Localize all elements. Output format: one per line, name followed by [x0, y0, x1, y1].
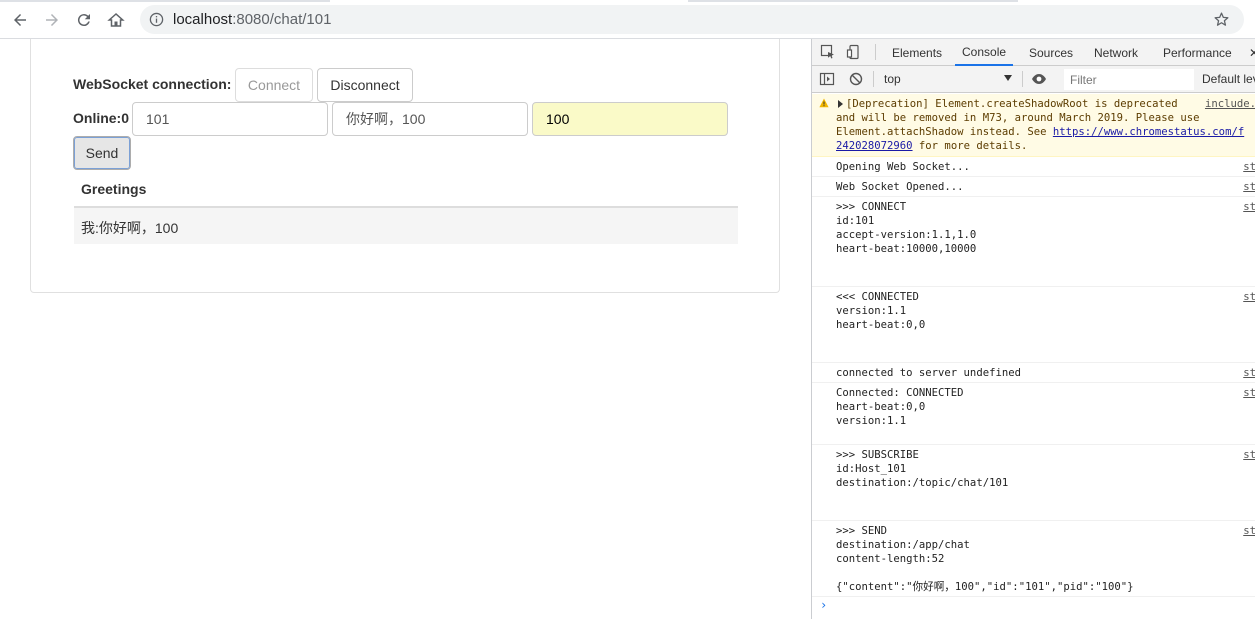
warning-tail: for more details.: [912, 140, 1028, 152]
back-icon[interactable]: [8, 8, 32, 32]
separator: [1022, 71, 1023, 87]
message-text: connected to server undefined: [836, 367, 1021, 379]
console-message: <<< CONNECTED version:1.1 heart-beat:0,0…: [812, 287, 1255, 363]
address-bar[interactable]: localhost:8080/chat/101: [140, 5, 1244, 34]
send-button[interactable]: Send: [73, 136, 131, 170]
expand-arrow-icon[interactable]: [838, 100, 843, 108]
greeting-text: 我:你好啊，100: [81, 220, 179, 236]
console-toolbar: top Filter Default lev: [812, 66, 1255, 93]
message-source-link[interactable]: st: [1243, 448, 1255, 462]
filter-input[interactable]: Filter: [1064, 69, 1194, 90]
content-input[interactable]: 你好啊，100: [332, 102, 528, 136]
connect-button[interactable]: Connect: [235, 68, 313, 102]
console-message: connected to server undefined st: [812, 363, 1255, 383]
context-selector[interactable]: top: [884, 72, 901, 86]
console-message: Opening Web Socket... st: [812, 157, 1255, 177]
devtools-tab-bar: Elements Console Sources Network Perform…: [812, 39, 1255, 66]
warning-link[interactable]: https://www.chromestatus.com/f: [1053, 126, 1244, 138]
reload-icon[interactable]: [72, 8, 96, 32]
warning-line3: Element.attachShadow instead. See https:…: [836, 125, 1244, 139]
greetings-header: Greetings: [81, 181, 147, 197]
pid-input[interactable]: 100: [532, 102, 728, 136]
tab-console[interactable]: Console: [955, 39, 1014, 66]
chat-panel: WebSocket connection: Connect Disconnect…: [30, 39, 780, 293]
message-text: >>> SUBSCRIBE id:Host_101 destination:/t…: [836, 449, 1009, 489]
message-text: Opening Web Socket...: [836, 161, 970, 173]
bookmark-star-icon[interactable]: [1213, 11, 1230, 28]
table-row: 我:你好啊，100: [74, 208, 738, 244]
message-text: >>> CONNECT id:101 accept-version:1.1,1.…: [836, 201, 977, 255]
tab-elements[interactable]: Elements: [892, 39, 942, 66]
separator: [875, 44, 876, 60]
id-input[interactable]: 101: [132, 102, 328, 136]
home-icon[interactable]: [104, 8, 128, 32]
log-levels-dropdown[interactable]: Default lev: [1202, 72, 1255, 86]
message-source-link[interactable]: st: [1243, 524, 1255, 538]
warning-line2: and will be removed in M73, around March…: [836, 112, 1200, 124]
console-output: [Deprecation] Element.createShadowRoot i…: [812, 94, 1255, 619]
greetings-table-header: Greetings: [74, 179, 738, 208]
message-text: >>> SEND destination:/app/chat content-l…: [836, 525, 1134, 593]
console-message: >>> SUBSCRIBE id:Host_101 destination:/t…: [812, 445, 1255, 521]
message-source-link[interactable]: st: [1243, 290, 1255, 304]
tab-sources[interactable]: Sources: [1029, 39, 1073, 66]
console-message: >>> CONNECT id:101 accept-version:1.1,1.…: [812, 197, 1255, 287]
info-icon[interactable]: [149, 12, 164, 27]
online-count-label: Online:0: [73, 110, 130, 126]
url-host: localhost: [173, 11, 233, 28]
ws-connection-label: WebSocket connection:: [73, 76, 232, 92]
tab-performance[interactable]: Performance: [1163, 39, 1232, 66]
warning-line4: 242028072960 for more details.: [836, 139, 1027, 153]
message-source-link[interactable]: st: [1243, 386, 1255, 400]
separator: [873, 71, 874, 87]
device-toolbar-icon[interactable]: [846, 44, 862, 60]
message-source-link[interactable]: st: [1243, 200, 1255, 214]
console-message: Web Socket Opened... st: [812, 177, 1255, 197]
page-viewport: WebSocket connection: Connect Disconnect…: [0, 39, 811, 619]
eye-icon[interactable]: [1031, 71, 1047, 87]
more-tabs-icon[interactable]: ✕: [1249, 39, 1255, 66]
devtools-panel: Elements Console Sources Network Perform…: [811, 39, 1255, 619]
warning-icon: [819, 98, 829, 108]
tab-strip-edge: [688, 0, 1018, 2]
browser-toolbar: localhost:8080/chat/101: [0, 0, 1255, 39]
warning-line3-text: Element.attachShadow instead. See: [836, 126, 1053, 138]
message-text: <<< CONNECTED version:1.1 heart-beat:0,0: [836, 291, 926, 331]
console-message: Connected: CONNECTED heart-beat:0,0 vers…: [812, 383, 1255, 445]
disconnect-button[interactable]: Disconnect: [317, 68, 413, 102]
message-source-link[interactable]: st: [1243, 366, 1255, 380]
clear-console-icon[interactable]: [848, 71, 864, 87]
warning-source-link[interactable]: include.: [1205, 97, 1255, 111]
url-text: localhost:8080/chat/101: [173, 11, 331, 28]
sidebar-toggle-icon[interactable]: [819, 71, 835, 87]
chevron-down-icon[interactable]: [1004, 75, 1012, 81]
message-text: Web Socket Opened...: [836, 181, 964, 193]
tab-strip-edge: [0, 0, 330, 2]
tab-network[interactable]: Network: [1094, 39, 1138, 66]
message-text: Connected: CONNECTED heart-beat:0,0 vers…: [836, 387, 964, 427]
message-source-link[interactable]: st: [1243, 180, 1255, 194]
console-message: >>> SEND destination:/app/chat content-l…: [812, 521, 1255, 597]
warning-line1: [Deprecation] Element.createShadowRoot i…: [846, 98, 1178, 110]
forward-icon[interactable]: [40, 8, 64, 32]
console-prompt[interactable]: ›: [820, 598, 827, 612]
console-warning: [Deprecation] Element.createShadowRoot i…: [812, 94, 1255, 157]
message-source-link[interactable]: st: [1243, 160, 1255, 174]
warning-link-cont[interactable]: 242028072960: [836, 140, 913, 152]
url-path: :8080/chat/101: [232, 11, 332, 28]
inspect-element-icon[interactable]: [820, 44, 836, 60]
